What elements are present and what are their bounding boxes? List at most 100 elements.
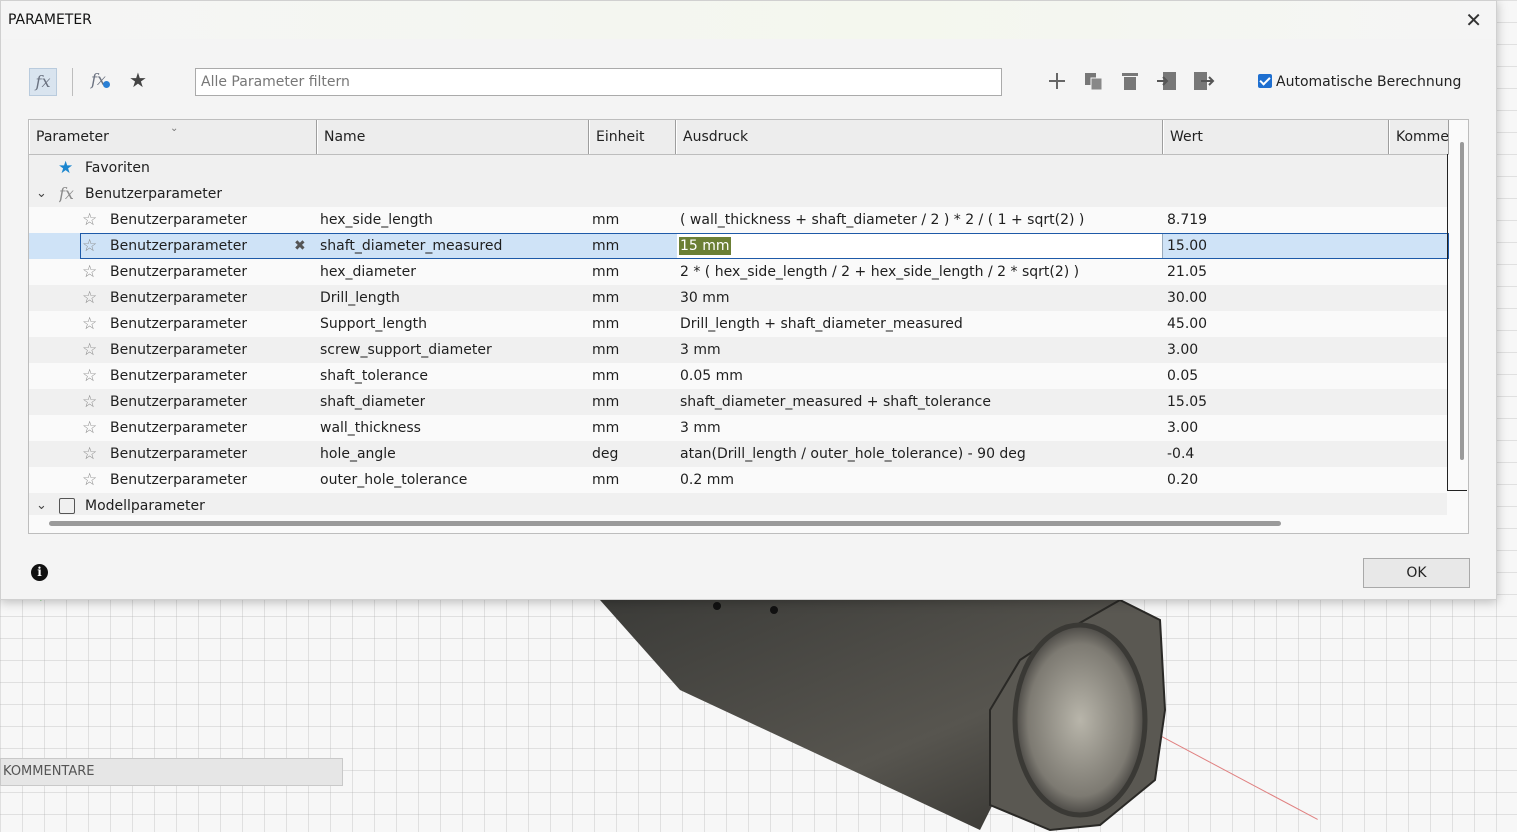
favorites-star-icon: ★ [58, 158, 74, 178]
column-header-unit[interactable]: Einheit [589, 120, 676, 154]
param-name[interactable]: shaft_diameter [320, 389, 425, 415]
table-row[interactable]: ☆ Benutzerparameter shaft_tolerance mm 0… [29, 363, 1447, 389]
column-header-value[interactable]: Wert [1163, 120, 1389, 154]
favorites-star-icon[interactable]: ★ [129, 68, 147, 92]
star-outline-icon[interactable]: ☆ [82, 311, 97, 337]
table-row[interactable]: ☆ Benutzerparameter wall_thickness mm 3 … [29, 415, 1447, 441]
param-expression[interactable]: 30 mm [680, 285, 730, 311]
fx-parameter-icon[interactable]: fx [29, 68, 57, 96]
param-name[interactable]: shaft_tolerance [320, 363, 428, 389]
param-category: Benutzerparameter [110, 212, 248, 228]
model-group-label: Modellparameter [85, 498, 205, 514]
param-expression[interactable]: 0.05 mm [680, 363, 743, 389]
param-name[interactable]: hex_side_length [320, 207, 433, 233]
param-unit[interactable]: mm [592, 207, 619, 233]
checkbox-checked-icon[interactable] [1258, 74, 1272, 88]
param-name[interactable]: Drill_length [320, 285, 400, 311]
star-outline-icon[interactable]: ☆ [82, 363, 97, 389]
table-right-edge [1447, 154, 1448, 491]
param-expression[interactable]: 3 mm [680, 415, 721, 441]
param-unit[interactable]: mm [592, 259, 619, 285]
export-icon[interactable] [1191, 69, 1215, 93]
column-header-expression[interactable]: Ausdruck [676, 120, 1163, 154]
param-expression[interactable]: 0.2 mm [680, 467, 734, 493]
vertical-scroll-thumb[interactable] [1460, 142, 1464, 460]
comments-panel[interactable]: KOMMENTARE [0, 758, 343, 786]
table-row[interactable]: ☆ Benutzerparameter Drill_length mm 30 m… [29, 285, 1447, 311]
auto-calc-checkbox[interactable]: Automatische Berechnung [1258, 74, 1461, 90]
param-unit[interactable]: deg [592, 441, 618, 467]
param-name[interactable]: wall_thickness [320, 415, 421, 441]
star-outline-icon[interactable]: ☆ [82, 389, 97, 415]
user-parameter-icon[interactable]: fx [91, 70, 110, 89]
param-unit[interactable]: mm [592, 233, 619, 259]
param-value: 30.00 [1167, 290, 1208, 306]
param-expression[interactable]: 2 * ( hex_side_length / 2 + hex_side_len… [680, 259, 1079, 285]
chevron-down-icon[interactable]: ⌄ [36, 493, 47, 515]
chevron-down-icon[interactable]: ⌄ [36, 181, 47, 207]
param-expression[interactable]: Drill_length + shaft_diameter_measured [680, 311, 963, 337]
param-name[interactable]: shaft_diameter_measured [320, 233, 502, 259]
param-name[interactable]: hex_diameter [320, 259, 416, 285]
header-label: Parameter [36, 129, 109, 145]
column-header-parameter[interactable]: Parameter ⌄ [29, 120, 317, 154]
param-value: 0.20 [1167, 472, 1199, 488]
column-header-comment[interactable]: Komme [1389, 120, 1449, 154]
favorites-label: Favoriten [85, 160, 150, 176]
add-icon[interactable] [1045, 69, 1069, 93]
param-name[interactable]: outer_hole_tolerance [320, 467, 467, 493]
import-icon[interactable] [1155, 69, 1179, 93]
delete-icon[interactable] [1118, 69, 1142, 93]
star-outline-icon[interactable]: ☆ [82, 441, 97, 467]
param-expression[interactable]: shaft_diameter_measured + shaft_toleranc… [680, 389, 991, 415]
param-unit[interactable]: mm [592, 389, 619, 415]
star-outline-icon[interactable]: ☆ [82, 415, 97, 441]
table-row[interactable]: ☆ Benutzerparameter shaft_diameter mm sh… [29, 389, 1447, 415]
star-outline-icon[interactable]: ☆ [82, 285, 97, 311]
filter-input[interactable] [195, 68, 1002, 96]
star-outline-icon[interactable]: ☆ [82, 467, 97, 493]
param-unit[interactable]: mm [592, 337, 619, 363]
model-parameters-group-row[interactable]: ⌄ Modellparameter [29, 493, 1447, 515]
param-unit[interactable]: mm [592, 415, 619, 441]
param-unit[interactable]: mm [592, 311, 619, 337]
user-parameters-group-row[interactable]: ⌄ fx Benutzerparameter [29, 181, 1447, 207]
user-dot [103, 81, 110, 88]
table-row[interactable]: ☆ Benutzerparameter hole_angle deg atan(… [29, 441, 1447, 467]
expression-edit-text[interactable]: 15 mm [679, 237, 731, 255]
param-expression[interactable]: ( wall_thickness + shaft_diameter / 2 ) … [680, 207, 1084, 233]
param-expression[interactable]: atan(Drill_length / outer_hole_tolerance… [680, 441, 1026, 467]
table-row[interactable]: ☆ Benutzerparameter hex_side_length mm (… [29, 207, 1447, 233]
param-name[interactable]: screw_support_diameter [320, 337, 492, 363]
info-icon[interactable]: i [31, 564, 48, 581]
param-name[interactable]: hole_angle [320, 441, 396, 467]
table-row[interactable]: ☆ Benutzerparameter hex_diameter mm 2 * … [29, 259, 1447, 285]
expression-edit-field[interactable]: 15 mm [677, 233, 1163, 259]
favorites-group-row[interactable]: ★ Favoriten [29, 155, 1447, 181]
star-outline-icon[interactable]: ☆ [82, 259, 97, 285]
delete-row-icon[interactable]: ✖ [294, 233, 306, 259]
param-unit[interactable]: mm [592, 285, 619, 311]
vertical-scrollbar[interactable] [1455, 142, 1468, 494]
ok-button[interactable]: OK [1363, 558, 1470, 588]
model-3d-view[interactable] [580, 590, 1200, 832]
table-row[interactable]: ☆ Benutzerparameter Support_length mm Dr… [29, 311, 1447, 337]
copy-icon[interactable] [1082, 69, 1106, 93]
star-outline-icon[interactable]: ☆ [82, 207, 97, 233]
table-row-selected[interactable]: ☆ Benutzerparameter ✖ shaft_diameter_mea… [29, 233, 1449, 259]
parameter-dialog: PARAMETER ✕ fx fx ★ Automatische Berechn… [0, 0, 1497, 600]
close-icon[interactable]: ✕ [1465, 8, 1482, 32]
param-name[interactable]: Support_length [320, 311, 427, 337]
param-category: Benutzerparameter [110, 420, 248, 436]
column-header-name[interactable]: Name [317, 120, 589, 154]
table-row[interactable]: ☆ Benutzerparameter screw_support_diamet… [29, 337, 1447, 363]
param-value: 0.05 [1167, 368, 1199, 384]
table-row[interactable]: ☆ Benutzerparameter outer_hole_tolerance… [29, 467, 1447, 493]
star-outline-icon[interactable]: ☆ [82, 337, 97, 363]
param-unit[interactable]: mm [592, 363, 619, 389]
star-outline-icon[interactable]: ☆ [82, 233, 97, 259]
param-unit[interactable]: mm [592, 467, 619, 493]
horizontal-scrollbar[interactable] [49, 521, 1281, 526]
param-value: 8.719 [1167, 212, 1208, 228]
param-expression[interactable]: 3 mm [680, 337, 721, 363]
